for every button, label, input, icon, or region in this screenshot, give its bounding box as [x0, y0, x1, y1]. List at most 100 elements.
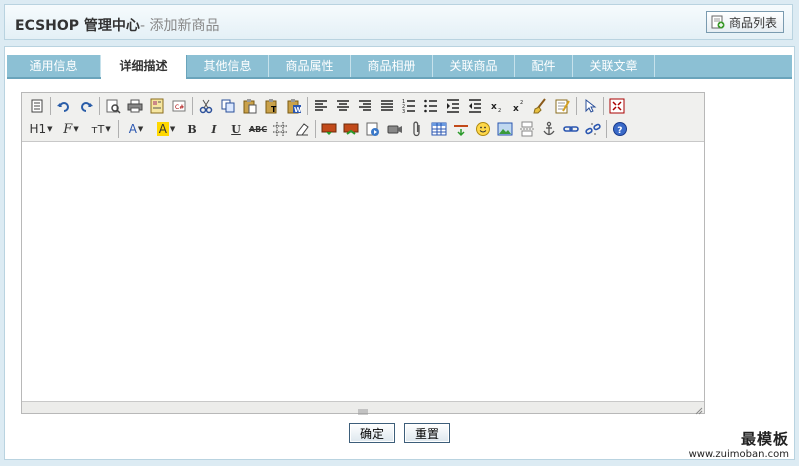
editor-statusbar [22, 401, 704, 415]
redo-icon[interactable] [75, 95, 97, 117]
toolbar-separator [606, 120, 607, 138]
resize-grip-icon[interactable] [356, 404, 370, 415]
image-manager-icon[interactable] [494, 118, 516, 140]
chevron-down-icon: ▼ [137, 125, 144, 133]
tab-goods-attributes[interactable]: 商品属性 [269, 55, 351, 77]
tab-accessories[interactable]: 配件 [515, 55, 573, 77]
insert-video-icon[interactable] [384, 118, 406, 140]
underline-button[interactable]: U [225, 118, 247, 140]
page-header: ECSHOP 管理中心- 添加新商品 商品列表 [4, 4, 793, 40]
bold-button[interactable]: B [181, 118, 203, 140]
align-right-icon[interactable] [354, 95, 376, 117]
insert-media-icon[interactable] [362, 118, 384, 140]
tab-other-info[interactable]: 其他信息 [187, 55, 269, 77]
print-icon[interactable] [124, 95, 146, 117]
goods-list-label: 商品列表 [728, 15, 777, 30]
svg-text:?: ? [617, 126, 622, 136]
eraser-icon[interactable] [291, 118, 313, 140]
fullscreen-icon[interactable] [606, 95, 628, 117]
goods-list-button[interactable]: 商品列表 [705, 11, 784, 33]
toolbar-separator [307, 97, 308, 115]
page-subtitle: - 添加新商品 [139, 18, 220, 34]
resize-corner-icon[interactable] [695, 404, 703, 415]
insert-image-icon[interactable] [318, 118, 340, 140]
svg-text:2: 2 [520, 100, 523, 106]
paste-icon[interactable] [239, 95, 261, 117]
svg-text:2: 2 [498, 108, 501, 114]
source-icon[interactable] [26, 95, 48, 117]
tab-related-goods[interactable]: 关联商品 [433, 55, 515, 77]
insert-table-icon[interactable] [428, 118, 450, 140]
svg-text:3: 3 [402, 109, 405, 114]
page-break-insert-icon[interactable] [516, 118, 538, 140]
font-family-dropdown[interactable]: F ▼ [56, 118, 86, 140]
link-icon[interactable] [560, 118, 582, 140]
app-title: ECSHOP 管理中心 [15, 18, 140, 34]
copy-icon[interactable] [217, 95, 239, 117]
rich-text-editor: C# T W 123 x2 x2 H1 ▼ F ▼ тT ▼ A ▼ A ▼ B… [21, 92, 705, 415]
tab-goods-gallery[interactable]: 商品相册 [351, 55, 433, 77]
heading-dropdown[interactable]: H1 ▼ [26, 118, 56, 140]
ordered-list-icon[interactable]: 123 [398, 95, 420, 117]
page-title: ECSHOP 管理中心- 添加新商品 [15, 15, 219, 35]
add-page-icon [711, 15, 725, 29]
help-icon[interactable]: ? [609, 118, 631, 140]
font-color-label: A [128, 122, 137, 136]
align-center-icon[interactable] [332, 95, 354, 117]
align-justify-icon[interactable] [376, 95, 398, 117]
preview-icon[interactable] [102, 95, 124, 117]
tab-bar: 通用信息 详细描述 其他信息 商品属性 商品相册 关联商品 配件 关联文章 [7, 55, 792, 79]
unordered-list-icon[interactable] [420, 95, 442, 117]
subscript-icon[interactable]: x2 [486, 95, 508, 117]
italic-label: I [211, 122, 217, 136]
horizontal-rule-icon[interactable] [450, 118, 472, 140]
confirm-button[interactable]: 确定 [349, 423, 395, 443]
chevron-down-icon: ▼ [169, 125, 176, 133]
anchor-icon[interactable] [538, 118, 560, 140]
clean-format-icon[interactable] [530, 95, 552, 117]
toolbar-separator [99, 97, 100, 115]
svg-text:T: T [271, 105, 277, 114]
paste-text-icon[interactable]: T [261, 95, 283, 117]
edit-html-icon[interactable] [552, 95, 574, 117]
superscript-icon[interactable]: x2 [508, 95, 530, 117]
heading-label: H1 [29, 122, 47, 136]
underline-label: U [231, 122, 241, 136]
toolbar-separator [118, 120, 119, 138]
strikethrough-button[interactable]: ABC [247, 118, 269, 140]
watermark-url: www.zuimoban.com [688, 449, 789, 460]
attachment-icon[interactable] [406, 118, 428, 140]
unlink-icon[interactable] [582, 118, 604, 140]
reset-button[interactable]: 重置 [404, 423, 450, 443]
font-family-label: F [63, 121, 73, 137]
chevron-down-icon: ▼ [73, 125, 79, 133]
template-icon[interactable] [146, 95, 168, 117]
bold-label: B [187, 122, 197, 136]
toolbar-separator [603, 97, 604, 115]
cut-icon[interactable] [195, 95, 217, 117]
font-size-dropdown[interactable]: тT ▼ [86, 118, 116, 140]
emoticon-icon[interactable] [472, 118, 494, 140]
align-left-icon[interactable] [310, 95, 332, 117]
form-actions: 确定 重置 [349, 423, 450, 443]
paste-word-icon[interactable]: W [283, 95, 305, 117]
toolbar-separator [50, 97, 51, 115]
editor-content-area[interactable] [22, 142, 704, 401]
outdent-icon[interactable] [464, 95, 486, 117]
toolbar-separator [192, 97, 193, 115]
toolbar-row-1: C# T W 123 x2 x2 [26, 95, 628, 117]
font-color-dropdown[interactable]: A ▼ [121, 118, 151, 140]
italic-button[interactable]: I [203, 118, 225, 140]
tab-related-articles[interactable]: 关联文章 [573, 55, 655, 77]
table-grid-icon[interactable] [269, 118, 291, 140]
highlight-color-dropdown[interactable]: A ▼ [151, 118, 181, 140]
insert-flash-icon[interactable] [340, 118, 362, 140]
tab-detail-description[interactable]: 详细描述 [101, 55, 187, 79]
undo-icon[interactable] [53, 95, 75, 117]
tab-general-info[interactable]: 通用信息 [7, 55, 101, 77]
indent-icon[interactable] [442, 95, 464, 117]
svg-text:x: x [491, 102, 497, 112]
strike-label: ABC [248, 124, 268, 134]
select-all-icon[interactable] [579, 95, 601, 117]
page-break-icon[interactable]: C# [168, 95, 190, 117]
